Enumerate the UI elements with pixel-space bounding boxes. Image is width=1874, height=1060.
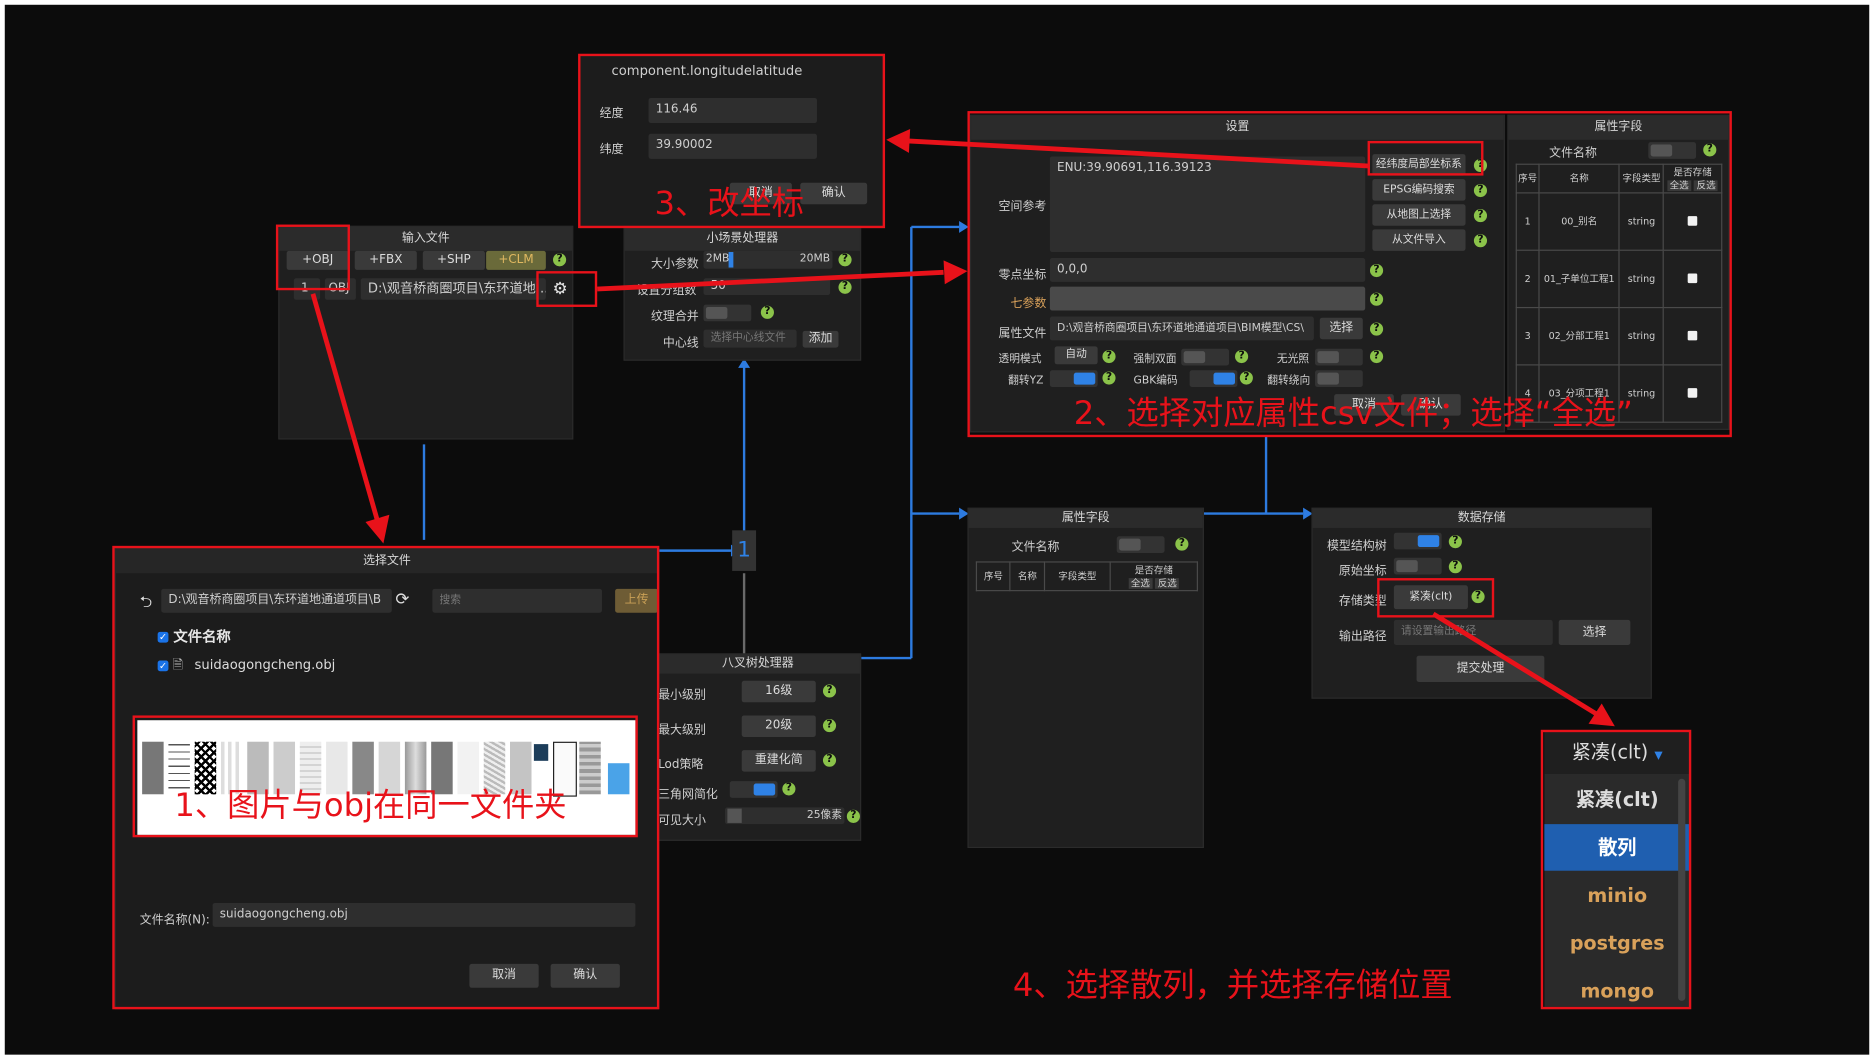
annotation-step-1: 1、图片与obj在同一文件夹 — [174, 787, 567, 825]
screenshot-canvas: 1 component.longitudelatitude 经度 116.46 … — [0, 0, 1874, 1060]
annotation-step-2: 2、选择对应属性csv文件；选择“全选” — [1073, 395, 1633, 433]
annotation-step-3: 3、改坐标 — [654, 185, 805, 223]
annotation-step-4: 4、选择散列，并选择存储位置 — [1012, 967, 1453, 1005]
annotation-arrows — [310, 128, 1615, 727]
